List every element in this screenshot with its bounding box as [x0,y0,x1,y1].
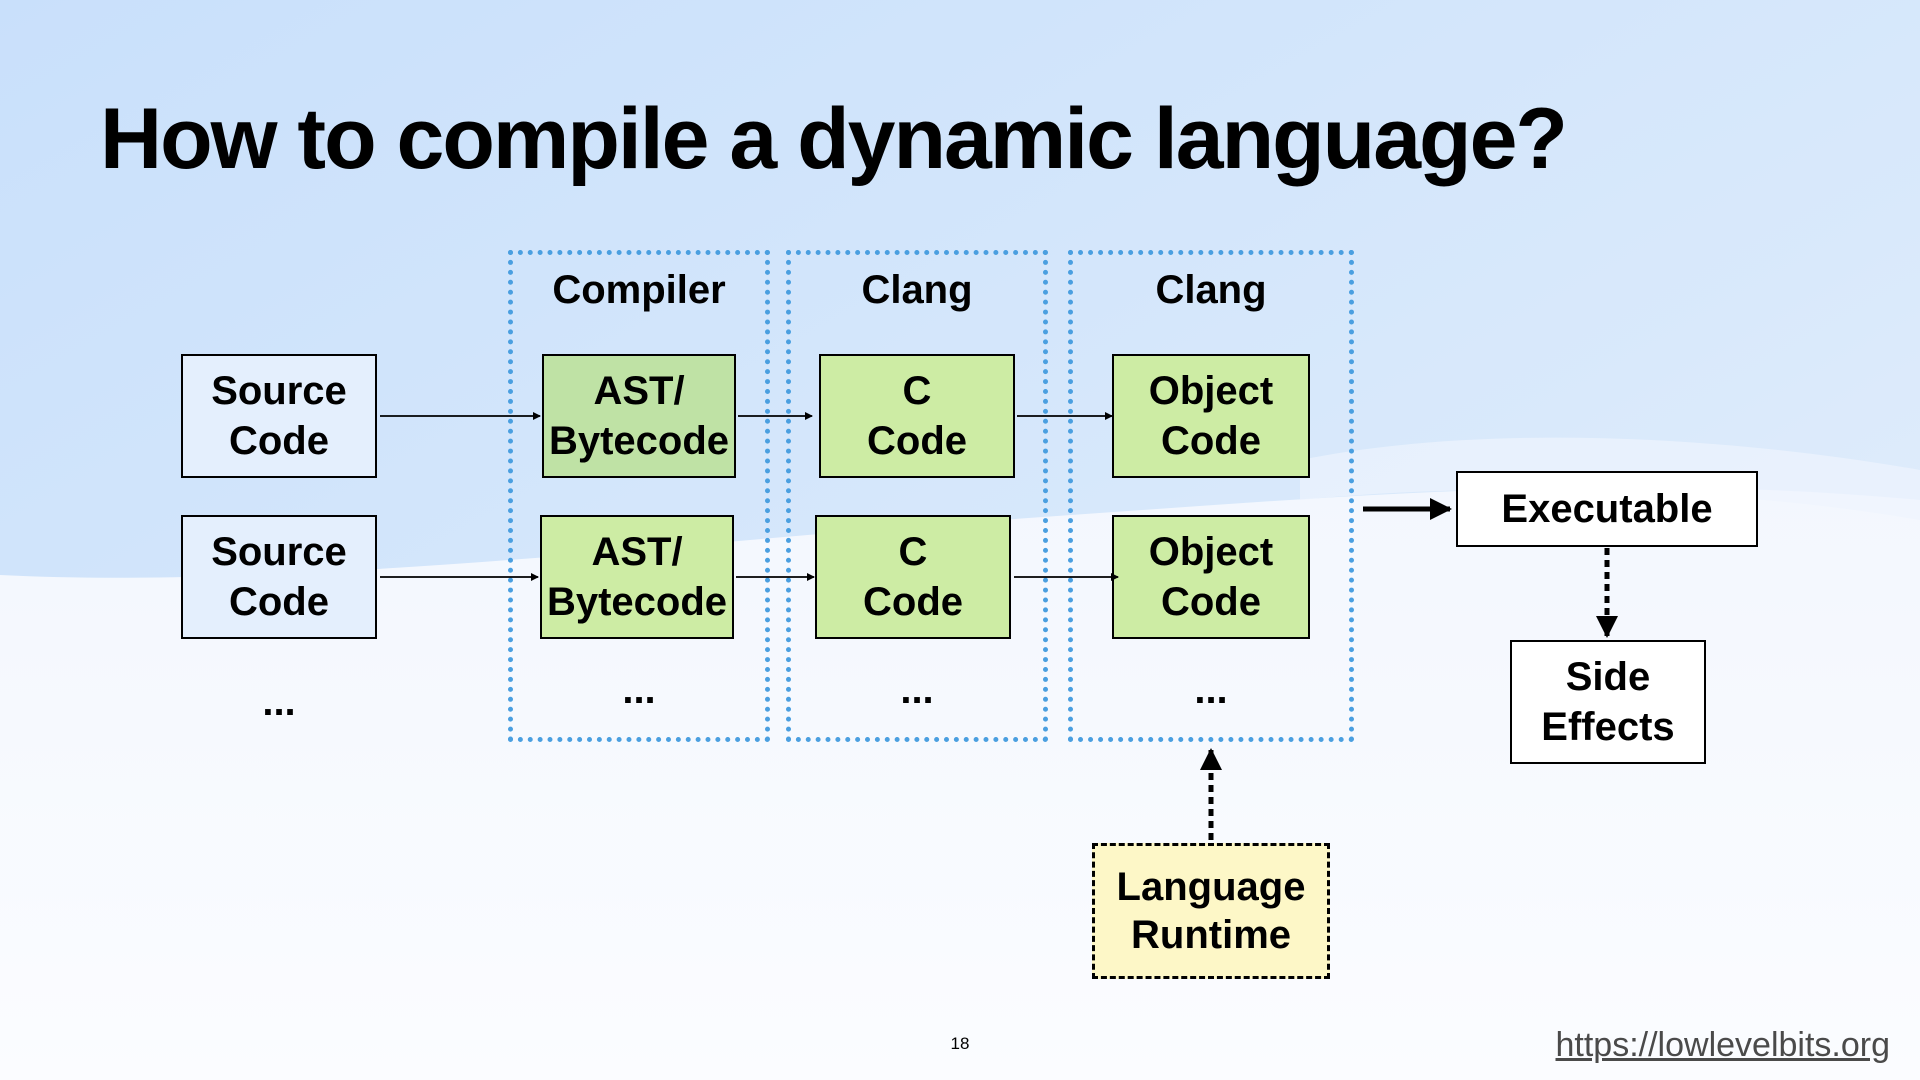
footer-url-link[interactable]: https://lowlevelbits.org [1556,1026,1891,1065]
page-number: 18 [950,1034,970,1053]
box-line: Source [211,530,347,574]
ast-bytecode-box-1: AST/Bytecode [542,354,736,478]
box-line: Language [1116,865,1306,909]
source-ellipsis: ... [262,680,296,724]
box-line: Source [211,369,347,413]
box-line: Side [1565,655,1651,699]
compiler-ellipsis: ... [622,668,656,712]
box-line: Code [228,419,329,463]
box-line: Object [1148,369,1274,413]
source-code-box-2: Source Code [181,515,377,639]
clang-label-1: Clang [861,268,973,312]
box-line: Code [228,580,329,624]
clang-label-2: Clang [1155,268,1267,312]
source-code-box-1: Source Code [181,354,377,478]
box-line: Bytecode [548,419,730,463]
object-code-box-1: Object Code [1112,354,1310,478]
executable-label: Executable [1501,487,1713,531]
executable-box: Executable [1456,471,1758,547]
clang-ellipsis-2: ... [1194,668,1228,712]
object-code-box-2: Object Code [1112,515,1310,639]
box-line: Code [1160,419,1261,463]
compiler-label: Compiler [552,268,726,312]
c-code-box-1: C Code [819,354,1015,478]
box-line: Runtime [1131,913,1291,957]
side-effects-box: Side Effects [1510,640,1706,764]
box-line: Effects [1541,705,1675,749]
box-line: C [902,369,932,413]
slide-title: How to compile a dynamic language? [100,91,1568,187]
c-code-box-2: C Code [815,515,1011,639]
box-line: Code [863,580,963,624]
box-line: Code [867,419,967,463]
ast-bytecode-box-2: AST/Bytecode [540,515,734,639]
clang-ellipsis-1: ... [900,668,934,712]
box-line: Code [1160,580,1261,624]
box-line: AST/ [591,530,683,574]
box-line: Bytecode [546,580,728,624]
box-line: Object [1148,530,1274,574]
box-line: AST/ [593,369,685,413]
language-runtime-box: Language Runtime [1092,843,1330,979]
box-line: C [898,530,928,574]
